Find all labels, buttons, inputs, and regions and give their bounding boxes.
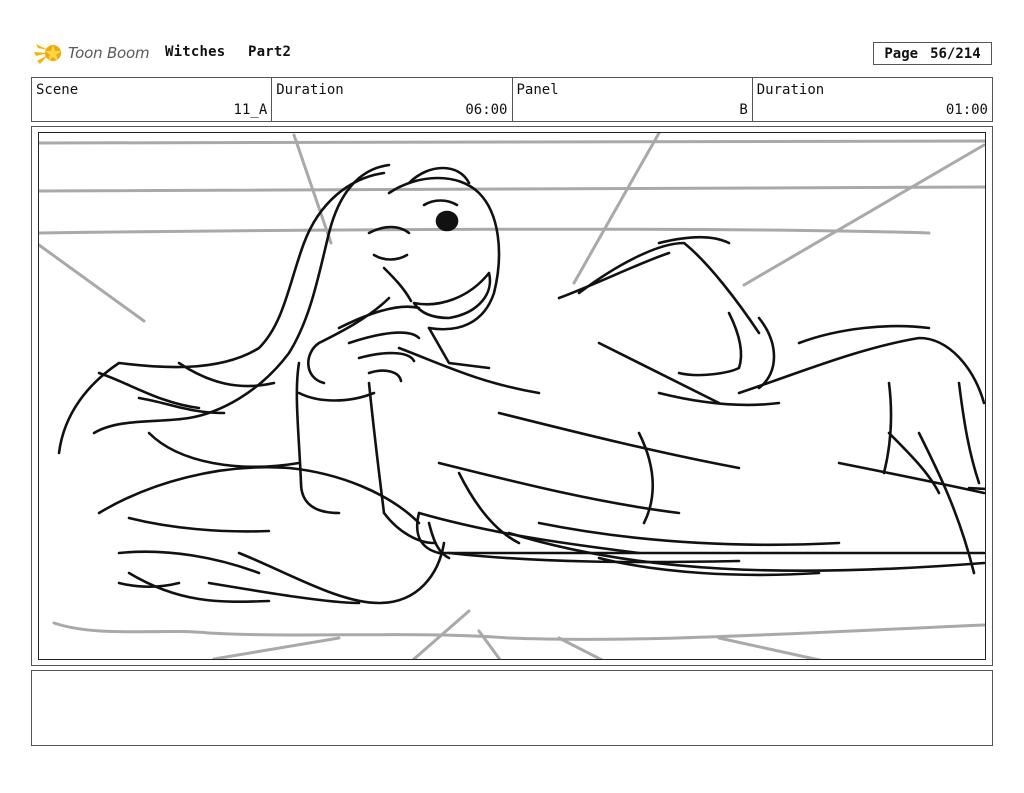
scene-label: Scene xyxy=(36,82,79,98)
panel-duration-value: 01:00 xyxy=(945,102,988,118)
document-title: Witches Part2 xyxy=(165,44,305,60)
scene-duration-label: Duration xyxy=(276,82,344,98)
page-label: Page xyxy=(884,45,919,62)
scene-duration-cell: Duration 06:00 xyxy=(272,78,513,121)
logo-text: Toon Boom xyxy=(68,44,150,62)
panel-cell: Panel B xyxy=(513,78,753,121)
scene-value: 11_A xyxy=(233,102,268,118)
panel-label: Panel xyxy=(516,82,559,98)
storyboard-panel xyxy=(38,132,986,660)
toon-boom-star-icon xyxy=(34,44,61,64)
notes-box xyxy=(31,670,993,746)
panel-value: B xyxy=(739,102,748,118)
page-number: 56/214 xyxy=(930,45,981,62)
scene-info-row: Scene 11_A Duration 06:00 Panel B Durati… xyxy=(31,77,993,122)
storyboard-panel-frame xyxy=(31,126,993,666)
panel-duration-cell: Duration 01:00 xyxy=(753,78,992,121)
scene-duration-value: 06:00 xyxy=(465,102,508,118)
page-indicator: Page 56/214 xyxy=(873,42,992,65)
scene-cell: Scene 11_A xyxy=(32,78,273,121)
storyboard-sketch xyxy=(39,133,985,659)
part-name: Part2 xyxy=(248,44,292,60)
panel-duration-label: Duration xyxy=(756,82,825,98)
project-name: Witches xyxy=(165,44,226,60)
toon-boom-logo: Toon Boom xyxy=(34,38,150,68)
